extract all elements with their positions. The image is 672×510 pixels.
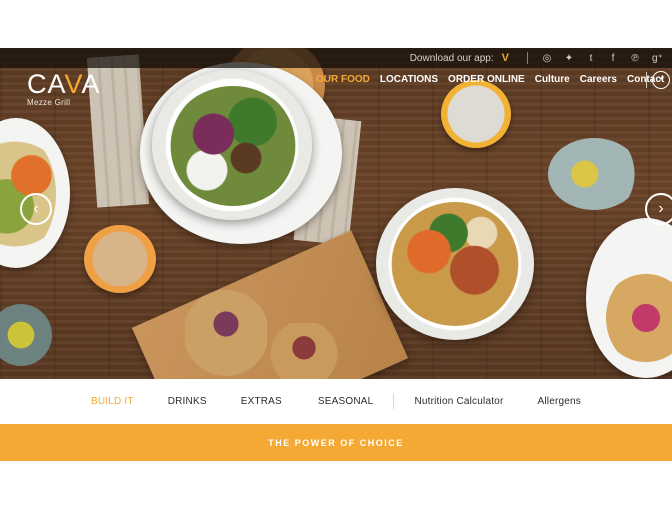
sauce-bowl: [441, 80, 511, 148]
power-of-choice-banner: THE POWER OF CHOICE: [0, 424, 672, 461]
chevron-left-icon: ‹: [33, 200, 39, 217]
more-icon: •••: [659, 77, 663, 83]
flatbread-slice: [185, 288, 267, 378]
pinterest-icon[interactable]: ℗: [630, 53, 640, 64]
subnav-allergens[interactable]: Allergens: [537, 396, 581, 407]
nav-item-order-online[interactable]: ORDER ONLINE: [448, 74, 525, 85]
logo-text-prefix: CA: [27, 69, 65, 99]
flatbread-slice: [268, 323, 340, 379]
carousel-prev-button[interactable]: ‹: [20, 193, 52, 225]
hummus-bowl: [84, 225, 156, 293]
utility-divider: [527, 52, 528, 64]
nav-item-our-food[interactable]: OUR FOOD: [316, 74, 370, 85]
facebook-icon[interactable]: f: [608, 53, 618, 64]
nav-divider: [646, 72, 647, 88]
bowl-right-food: [390, 202, 520, 326]
subnav-seasonal[interactable]: SEASONAL: [318, 396, 374, 407]
tumblr-icon[interactable]: t: [586, 53, 596, 64]
nav-item-careers[interactable]: Careers: [580, 74, 617, 85]
water-glass: [548, 138, 640, 210]
social-links: ◎ ✦ t f ℗ g⁺: [542, 53, 663, 64]
logo-tagline: Mezze Grill: [27, 98, 71, 107]
logo-text-accent: V: [64, 69, 82, 99]
cava-logo[interactable]: CAVA Mezze Grill: [27, 70, 101, 107]
logo-text-suffix: A: [81, 69, 101, 99]
logo-wordmark: CAVA: [27, 70, 101, 98]
subnav-divider: [393, 393, 395, 409]
nav-item-locations[interactable]: LOCATIONS: [380, 74, 438, 85]
main-nav: OUR FOOD LOCATIONS ORDER ONLINE Culture …: [316, 74, 664, 85]
utility-bar: Download our app: V ◎ ✦ t f ℗ g⁺: [0, 48, 672, 68]
download-app-text: Download our app:: [409, 52, 494, 64]
bowl-salad: [168, 86, 298, 206]
sub-nav: BUILD IT DRINKS EXTRAS SEASONAL Nutritio…: [0, 379, 672, 423]
subnav-nutrition-calculator[interactable]: Nutrition Calculator: [414, 396, 503, 407]
instagram-icon[interactable]: ◎: [542, 53, 552, 64]
carousel-next-button[interactable]: ›: [645, 193, 672, 225]
google-plus-icon[interactable]: g⁺: [652, 53, 663, 64]
page-body: [0, 461, 672, 510]
subnav-build-it[interactable]: BUILD IT: [91, 396, 134, 407]
banner-text: THE POWER OF CHOICE: [268, 437, 404, 448]
subnav-drinks[interactable]: DRINKS: [168, 396, 207, 407]
subnav-extras[interactable]: EXTRAS: [241, 396, 282, 407]
hero-image: [0, 48, 672, 379]
app-logo-icon[interactable]: V: [502, 52, 509, 64]
more-menu-button[interactable]: •••: [652, 71, 670, 89]
nav-item-culture[interactable]: Culture: [535, 74, 570, 85]
twitter-icon[interactable]: ✦: [564, 53, 574, 64]
chevron-right-icon: ›: [658, 200, 664, 217]
